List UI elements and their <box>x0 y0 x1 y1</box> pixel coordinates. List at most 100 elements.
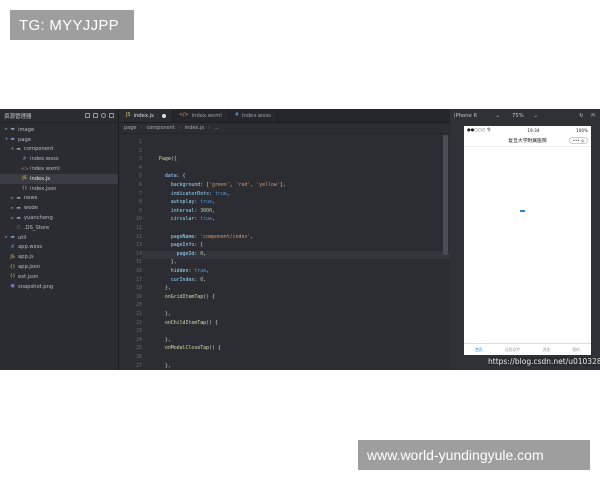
code-line[interactable]: pageName: 'component/index', <box>159 234 253 240</box>
breadcrumb-item[interactable]: index.js <box>185 125 204 131</box>
file-tree-item[interactable]: # index.wxss <box>0 154 118 164</box>
code-line[interactable]: indicatorDots: true, <box>159 191 230 197</box>
file-tree-item[interactable]: ▸ ▬ util <box>0 233 118 243</box>
file-type-icon: </> <box>178 113 189 118</box>
file-tree: ▸ ▬ image ▾ ▬ page ▾ ▬ component # index.wxss <> ind… <box>0 123 118 292</box>
phone-tab-item[interactable]: 我的 <box>572 347 580 353</box>
file-tree-label: index.js <box>30 175 50 182</box>
file-tree-label: app.json <box>18 264 41 271</box>
editor-tab[interactable]: </> index.wxml <box>173 109 229 122</box>
reload-icon[interactable]: ↻ <box>579 113 583 119</box>
editor-scrollbar[interactable] <box>443 135 448 255</box>
file-tree-item[interactable]: ▾ ▬ page <box>0 135 118 145</box>
file-tree-item[interactable]: {} app.json <box>0 262 118 272</box>
ds-store-icon: ▯ <box>17 225 20 231</box>
editor-tab[interactable]: # index.wxss <box>229 109 279 122</box>
line-number: 9 <box>139 207 142 214</box>
device-select[interactable]: iPhone 6 ⌄ <box>454 113 500 119</box>
code-line[interactable]: pageInfo: { <box>159 242 203 248</box>
breadcrumb-separator-icon: › <box>208 125 211 131</box>
new-folder-icon[interactable] <box>93 113 98 118</box>
file-tree-label: .DS_Store <box>24 224 50 231</box>
line-number: 11 <box>136 225 142 231</box>
code-line[interactable]: interval: 3000, <box>159 208 215 214</box>
file-tree-item[interactable]: ▸ ▬ wode <box>0 203 118 213</box>
code-line[interactable]: autoplay: true, <box>159 199 215 205</box>
code-line[interactable]: }, <box>159 259 177 265</box>
code-line[interactable]: data: { <box>159 173 186 179</box>
code-line[interactable]: background: ['green', 'red', 'yellow'], <box>159 182 286 188</box>
breadcrumb-separator-icon: › <box>178 125 181 131</box>
line-number: 1 <box>139 139 142 145</box>
breadcrumb-item[interactable]: page <box>124 125 137 131</box>
file-tree-item[interactable]: JS index.js <box>0 173 118 184</box>
signal-status: ●●○○○ 令 <box>467 127 491 132</box>
unsaved-dot-icon[interactable] <box>161 113 166 118</box>
zoom-select[interactable]: 75% ⌄ <box>512 113 538 119</box>
file-tree-label: ext.json <box>18 273 39 280</box>
json-file-icon: {} <box>21 186 28 192</box>
status-time: 19:34 <box>527 127 540 133</box>
line-number: 22 <box>136 319 142 326</box>
code-line[interactable]: onGridItemTap() { <box>159 294 215 300</box>
phone-tab-item[interactable]: 消息 <box>542 347 550 353</box>
file-tree-item[interactable]: ▸ ▬ news <box>0 194 118 204</box>
breadcrumb-item[interactable]: ... <box>214 125 219 131</box>
zoom-label: 75% <box>512 113 524 119</box>
refresh-icon[interactable] <box>101 113 106 118</box>
chevron-down-icon: ⌄ <box>533 113 538 119</box>
menu-capsule[interactable]: ••• ◎ <box>569 137 588 144</box>
code-line[interactable]: onChildItemTap() { <box>159 320 218 326</box>
line-number: 19 <box>136 293 142 300</box>
editor-tab[interactable]: JS index.js <box>120 109 173 122</box>
code-line[interactable]: }, <box>159 285 171 291</box>
wxss-file-icon: # <box>10 244 15 250</box>
code-line[interactable]: }, <box>159 311 171 317</box>
phone-tab-item[interactable]: 首页 <box>475 347 483 353</box>
code-editor: JS index.js </> index.wxml # index.wxss page ›… <box>120 109 450 370</box>
code-line[interactable]: hidden: true, <box>159 268 209 274</box>
file-tree-item[interactable]: ▾ ▬ component <box>0 145 118 155</box>
file-tree-item[interactable]: ▸ ▬ image <box>0 125 118 135</box>
line-number: 12 <box>136 233 142 240</box>
file-tree-item[interactable]: <> index.wxml <box>0 164 118 174</box>
line-number: 5 <box>139 173 142 180</box>
file-tree-item[interactable]: JS app.js <box>0 252 118 262</box>
folder-icon: ▬ <box>10 137 15 143</box>
file-tree-item[interactable]: {} ext.json <box>0 272 118 282</box>
line-number: 14 <box>136 250 142 257</box>
detach-icon[interactable]: ⇱ <box>592 113 596 119</box>
json-file-icon: {} <box>9 264 16 270</box>
file-tree-item[interactable]: {} index.json <box>0 184 118 194</box>
phone-status-bar: ●●○○○ 令 19:34 100% <box>464 126 591 134</box>
code-line[interactable]: Page({ <box>159 156 177 162</box>
file-tree-item[interactable]: ▣ snapshot.png <box>0 282 118 292</box>
png-file-icon: ▣ <box>10 284 15 290</box>
code-line[interactable]: pageId: 0, <box>159 251 206 257</box>
line-number: 2 <box>139 147 142 154</box>
new-file-icon[interactable] <box>85 113 90 118</box>
phone-nav-bar: 复旦大学附属医院 ••• ◎ <box>464 134 591 147</box>
editor-tabs: JS index.js </> index.wxml # index.wxss <box>120 109 450 123</box>
code-line[interactable]: curIndex: 0, <box>159 277 206 283</box>
file-tree-item[interactable]: # app.wxss <box>0 243 118 253</box>
nav-title: 复旦大学附属医院 <box>508 138 547 144</box>
phone-tab-item[interactable]: 远程诊疗 <box>505 347 520 353</box>
code-line[interactable]: }, <box>159 337 171 343</box>
file-tree-item[interactable]: ▯ .DS_Store <box>0 223 118 233</box>
line-number: 18 <box>136 285 142 292</box>
file-tree-label: app.wxss <box>18 244 43 251</box>
breadcrumb-item[interactable]: component <box>147 125 175 131</box>
line-number: 26 <box>136 354 142 360</box>
js-file-icon: JS <box>22 176 27 182</box>
line-number: 4 <box>139 164 142 171</box>
collapse-icon[interactable] <box>109 113 114 118</box>
code-area[interactable]: 1 2 3 Page({4 5 data: {6 background: ['green… <box>120 135 450 370</box>
code-line[interactable]: }, <box>159 363 171 369</box>
code-line[interactable]: onModalCloseTap() { <box>159 345 221 351</box>
code-line[interactable]: circular: true, <box>159 216 215 222</box>
line-number: 7 <box>139 190 142 197</box>
phone-screen: ●●○○○ 令 19:34 100% 复旦大学附属医院 ••• ◎ 首页 远程诊疗… <box>464 126 591 355</box>
watermark-top: TG: MYYJJPP <box>10 10 134 40</box>
file-tree-item[interactable]: ▸ ▬ yuancheng <box>0 213 118 223</box>
